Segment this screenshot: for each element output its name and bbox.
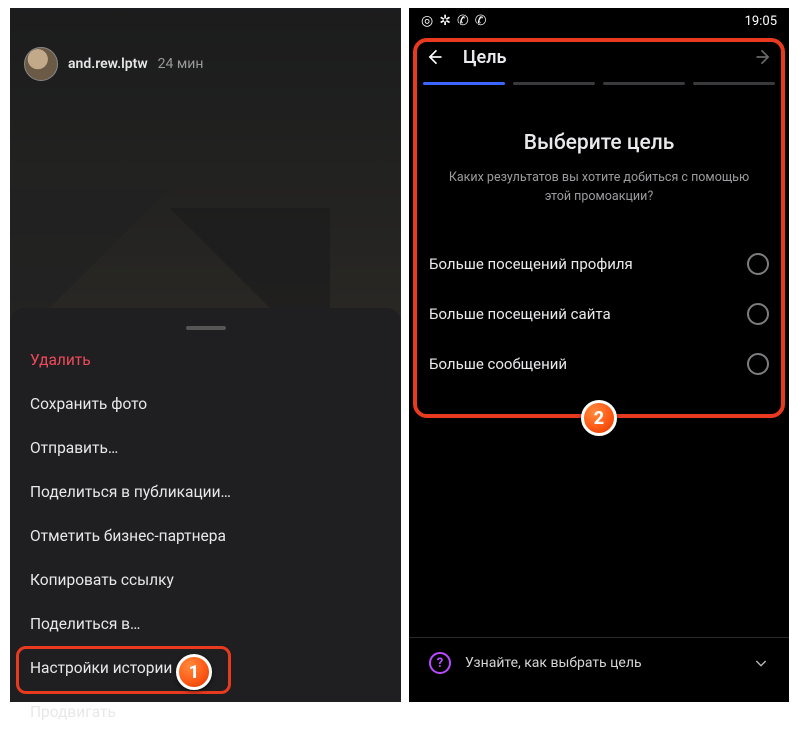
option-profile-visits[interactable]: Больше посещений профиля: [409, 239, 789, 289]
goal-screen: ◎ ✲ ✆ ✆ 19:05 Цель Выберите цель Каких: [409, 8, 789, 702]
viber-icon: ✆: [457, 14, 469, 28]
instagram-icon: ◎: [421, 14, 433, 28]
radio-icon: [747, 353, 769, 375]
progress-seg-3: [603, 82, 685, 85]
story-header: and.rew.lptw 24 мин: [24, 46, 387, 82]
back-button[interactable]: [423, 46, 445, 68]
option-messages[interactable]: Больше сообщений: [409, 339, 789, 389]
forward-button[interactable]: [753, 46, 775, 68]
status-time: 19:05: [745, 14, 777, 29]
goal-subheading: Каких результатов вы хотите добиться с п…: [439, 169, 759, 207]
viber2-icon: ✆: [475, 14, 487, 28]
sheet-item-share-post[interactable]: Поделиться в публикации…: [10, 470, 401, 514]
option-messages-label: Больше сообщений: [429, 355, 567, 373]
goal-heading-block: Выберите цель Каких результатов вы хотит…: [409, 85, 789, 217]
story-action-sheet: Удалить Сохранить фото Отправить… Подели…: [10, 308, 401, 702]
status-left-icons: ◎ ✲ ✆ ✆: [421, 14, 486, 28]
help-label: Узнайте, как выбрать цель: [465, 655, 642, 671]
sheet-item-delete[interactable]: Удалить: [10, 338, 401, 382]
chevron-down-icon: [753, 655, 769, 671]
arrow-right-icon: [754, 47, 774, 67]
progress-seg-4: [693, 82, 775, 85]
sheet-item-send[interactable]: Отправить…: [10, 426, 401, 470]
avatar[interactable]: [24, 47, 58, 81]
progress-seg-2: [513, 82, 595, 85]
question-icon: ?: [429, 652, 451, 674]
radio-icon: [747, 303, 769, 325]
story-time: 24 мин: [158, 56, 204, 72]
phone-right-goal: ◎ ✲ ✆ ✆ 19:05 Цель Выберите цель Каких: [409, 8, 789, 702]
goal-options: Больше посещений профиля Больше посещени…: [409, 239, 789, 389]
sheet-item-promote[interactable]: Продвигать: [10, 690, 401, 734]
progress-seg-1: [423, 82, 505, 85]
sheet-item-copy-link[interactable]: Копировать ссылку: [10, 558, 401, 602]
option-site-label: Больше посещений сайта: [429, 305, 611, 323]
arrow-left-icon: [424, 47, 444, 67]
sheet-grab-handle[interactable]: [186, 326, 226, 330]
help-row[interactable]: ? Узнайте, как выбрать цель: [409, 637, 789, 688]
goal-topbar: Цель: [409, 34, 789, 80]
status-bar: ◎ ✲ ✆ ✆ 19:05: [409, 8, 789, 34]
sheet-item-share-in[interactable]: Поделиться в…: [10, 602, 401, 646]
sheet-item-tag-partner[interactable]: Отметить бизнес-партнера: [10, 514, 401, 558]
goal-heading: Выберите цель: [439, 131, 759, 155]
ok-icon: ✲: [439, 14, 451, 28]
callout-badge-1: 1: [176, 654, 212, 690]
radio-icon: [747, 253, 769, 275]
story-username[interactable]: and.rew.lptw: [68, 56, 148, 72]
option-site-visits[interactable]: Больше посещений сайта: [409, 289, 789, 339]
sheet-item-save-photo[interactable]: Сохранить фото: [10, 382, 401, 426]
phone-left-story: and.rew.lptw 24 мин Удалить Сохранить фо…: [10, 8, 401, 702]
goal-title: Цель: [463, 47, 506, 68]
option-profile-label: Больше посещений профиля: [429, 255, 633, 273]
callout-badge-2: 2: [581, 400, 617, 436]
